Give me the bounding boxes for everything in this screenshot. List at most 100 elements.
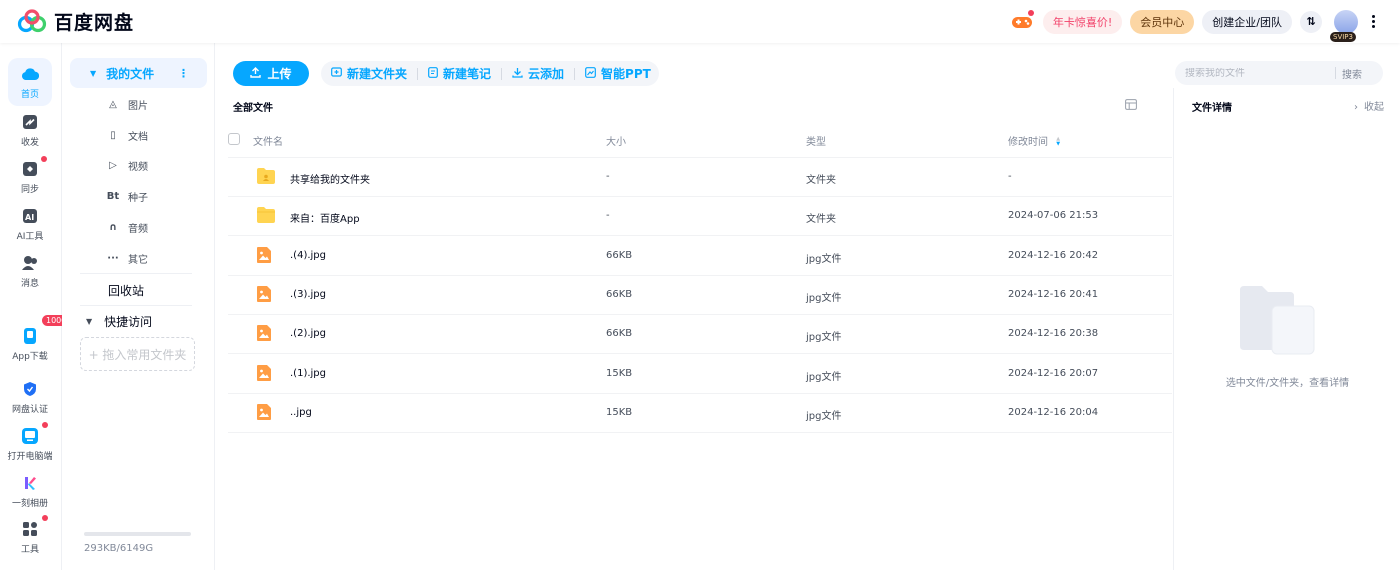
toolbar-actions: 新建文件夹 新建笔记 云添加 智能PPT	[321, 61, 659, 86]
sidebar-item-label: 我的文件	[106, 66, 155, 81]
separator	[501, 67, 503, 80]
cloud-add-button[interactable]: 云添加	[512, 65, 564, 82]
column-header-modified[interactable]: 修改时间 ▲ ▼	[1008, 133, 1060, 149]
file-name[interactable]: ..jpg	[290, 407, 312, 418]
sidebar-item-torrents[interactable]: Bt 种子	[106, 186, 148, 206]
separator	[1335, 67, 1336, 79]
game-icon[interactable]	[1009, 9, 1035, 35]
upload-icon	[250, 66, 262, 81]
file-name[interactable]: .(3).jpg	[290, 289, 326, 300]
upload-label: 上传	[267, 67, 292, 81]
sidebar-item-label: 种子	[128, 192, 148, 204]
file-type: 文件夹	[806, 175, 836, 186]
search-input[interactable]	[1185, 67, 1335, 79]
sidebar-item-label: 图片	[128, 100, 148, 112]
rail-item-messages[interactable]: 消息	[8, 247, 52, 295]
column-header-type[interactable]: 类型	[806, 133, 826, 148]
rail-item-album[interactable]: 一刻相册	[8, 467, 52, 515]
file-name[interactable]: .(2).jpg	[290, 328, 326, 339]
rail-label: 同步	[20, 184, 39, 195]
sidebar-item-images[interactable]: ◬ 图片	[106, 94, 148, 114]
file-modified: 2024-12-16 20:07	[1008, 367, 1099, 379]
search-button[interactable]: 搜索	[1342, 66, 1362, 81]
column-header-name[interactable]: 文件名	[253, 133, 283, 148]
chevron-right-icon: ›	[1354, 102, 1358, 113]
file-type: jpg文件	[806, 371, 842, 383]
video-icon: ▷	[109, 159, 117, 171]
new-note-button[interactable]: 新建笔记	[428, 65, 491, 82]
select-all-checkbox[interactable]	[228, 133, 240, 145]
file-size: 66KB	[606, 328, 633, 340]
vip-center-button[interactable]: 会员中心	[1130, 9, 1195, 34]
app-logo[interactable]: 百度网盘	[16, 8, 134, 35]
table-row[interactable]: .(1).jpg 15KB jpg文件 2024-12-16 20:07	[228, 355, 1172, 394]
table-row[interactable]: .(3).jpg 66KB jpg文件 2024-12-16 20:41	[228, 276, 1172, 315]
quick-access-dropzone[interactable]: + 拖入常用文件夹	[80, 337, 195, 371]
more-menu-icon[interactable]	[1368, 15, 1378, 28]
sidebar-item-other[interactable]: ··· 其它	[106, 248, 148, 268]
search-bar: 搜索	[1175, 61, 1383, 85]
tools-icon	[21, 514, 48, 538]
file-modified: -	[1008, 171, 1012, 182]
sidebar-item-videos[interactable]: ▷ 视频	[106, 155, 148, 175]
file-name[interactable]: .(1).jpg	[290, 368, 326, 379]
create-team-button[interactable]: 创建企业/团队	[1202, 9, 1292, 34]
file-name[interactable]: .(4).jpg	[290, 250, 326, 261]
collapse-button[interactable]: › 收起	[1354, 98, 1384, 113]
sidebar-item-label: 视频	[128, 161, 148, 173]
rail-item-ai-tools[interactable]: AI AI工具	[8, 200, 52, 248]
sidebar-item-label: 文档	[128, 131, 148, 143]
sync-icon	[21, 155, 47, 178]
file-modified: 2024-12-16 20:38	[1008, 328, 1099, 340]
file-name[interactable]: 共享给我的文件夹	[290, 171, 370, 186]
smart-ppt-button[interactable]: 智能PPT	[585, 65, 651, 82]
sidebar-item-label: 快捷访问	[104, 315, 153, 329]
rail-item-sync[interactable]: 同步	[8, 153, 52, 201]
rail-item-open-desktop[interactable]: 打开电脑端	[8, 420, 53, 468]
avatar[interactable]: SVIP3	[1330, 9, 1358, 42]
cloud-icon	[21, 65, 39, 83]
album-icon	[21, 474, 39, 492]
rail-label: 网盘认证	[11, 404, 48, 415]
rail-item-verify[interactable]: 网盘认证	[8, 373, 52, 421]
notification-dot	[42, 514, 48, 521]
sidebar-item-documents[interactable]: ▯ 文档	[106, 125, 148, 145]
toolbar: 上传 新建文件夹 新建笔记 云添加 智能PPT	[233, 61, 659, 86]
table-row[interactable]: .(2).jpg 66KB jpg文件 2024-12-16 20:38	[228, 315, 1172, 355]
separator	[574, 67, 576, 80]
rail-label: 消息	[20, 278, 39, 289]
message-icon	[21, 254, 39, 272]
left-rail: 首页 收发 同步 AI AI工具 消息 100G App下载 网盘认证 打开电脑…	[0, 43, 72, 570]
grid-view-icon[interactable]	[1125, 99, 1137, 110]
table-row[interactable]: 来自：百度App - 文件夹 2024-07-06 21:53	[228, 197, 1172, 237]
more-options-icon[interactable]: ⋮	[178, 67, 189, 80]
app-name: 百度网盘	[54, 12, 135, 34]
rail-label: 一刻相册	[11, 498, 48, 509]
file-name[interactable]: 来自：百度App	[290, 210, 360, 225]
breadcrumb[interactable]: 全部文件	[233, 99, 273, 114]
notification-dot	[41, 155, 47, 162]
new-folder-label: 新建文件夹	[347, 67, 408, 81]
collapse-label: 收起	[1364, 102, 1384, 113]
storage-quota-bar	[84, 532, 191, 536]
year-card-button[interactable]: 年卡惊喜价!	[1042, 9, 1123, 34]
image-file-icon	[256, 285, 274, 305]
rail-item-home[interactable]: 首页	[8, 58, 52, 106]
rail-item-tools[interactable]: 工具	[8, 513, 52, 561]
file-type: jpg文件	[806, 253, 842, 265]
column-header-size[interactable]: 大小	[606, 133, 626, 148]
new-folder-button[interactable]: 新建文件夹	[331, 65, 407, 82]
rail-item-app-download[interactable]: 100G App下载	[8, 315, 72, 368]
sidebar-item-recycle-bin[interactable]: 回收站	[108, 282, 144, 299]
sidebar-item-my-files[interactable]: ▼ 我的文件 ⋮	[70, 58, 207, 88]
transfer-list-button[interactable]: ⇅	[1300, 10, 1322, 33]
sidebar-item-audio[interactable]: ∩ 音频	[106, 217, 148, 237]
table-row[interactable]: 共享给我的文件夹 - 文件夹 -	[228, 158, 1172, 197]
rail-item-share[interactable]: 收发	[8, 106, 52, 154]
table-row[interactable]: .(4).jpg 66KB jpg文件 2024-12-16 20:42	[228, 237, 1172, 276]
upload-button[interactable]: 上传	[233, 61, 309, 86]
table-row[interactable]: ..jpg 15KB jpg文件 2024-12-16 20:04	[228, 394, 1172, 433]
phone-icon	[21, 327, 39, 345]
sidebar-item-quick-access[interactable]: ▼ 快捷访问	[86, 313, 152, 330]
baidu-netdisk-logo-icon	[17, 8, 47, 32]
